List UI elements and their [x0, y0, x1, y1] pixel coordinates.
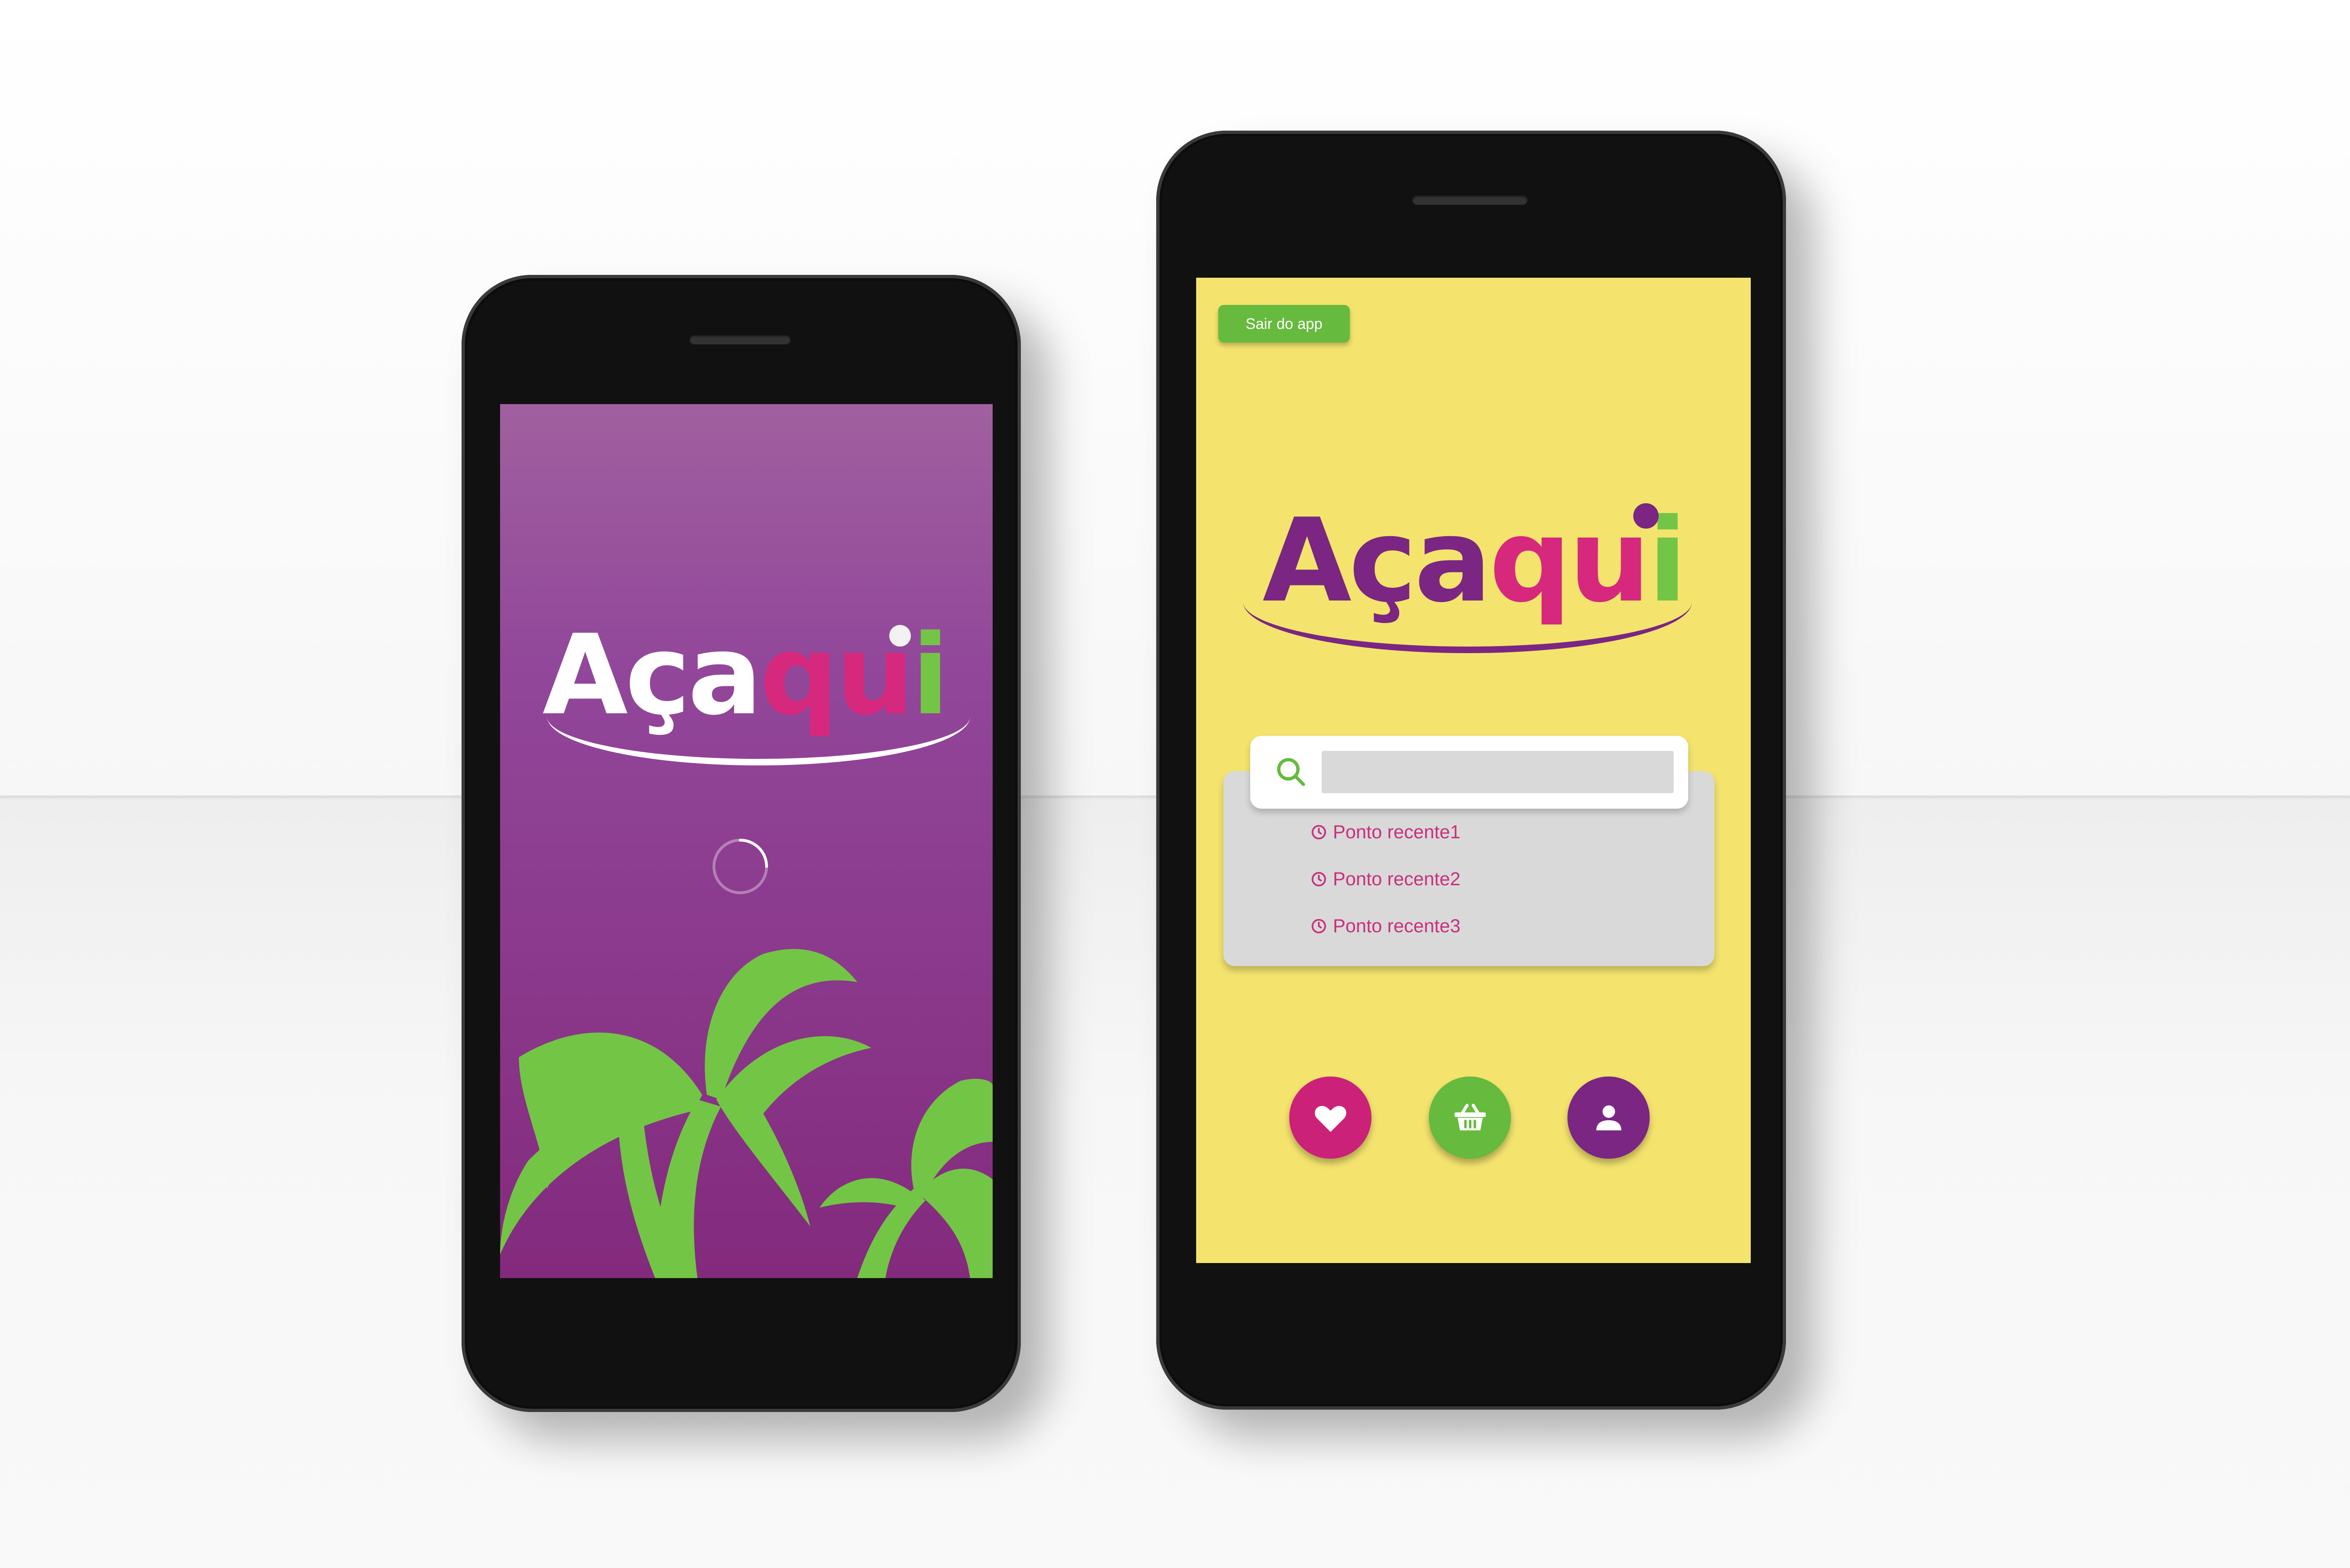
recent-item-label: Ponto recente3: [1333, 915, 1461, 936]
logo-dot: [889, 625, 911, 647]
basket-icon: [1454, 1103, 1486, 1131]
splash-screen: Açaqui: [500, 404, 993, 1278]
user-icon: [1596, 1105, 1622, 1131]
spinner-icon: [713, 839, 768, 894]
recent-item-label: Ponto recente1: [1333, 821, 1461, 843]
recent-item[interactable]: Ponto recente3: [1310, 912, 1460, 940]
phone-speaker: [1412, 195, 1528, 205]
clock-icon: [1311, 872, 1326, 887]
heart-icon: [1315, 1106, 1346, 1132]
clock-icon: [1311, 825, 1326, 840]
app-logo: Açaqui: [1243, 503, 1704, 663]
recent-item-label: Ponto recente2: [1333, 868, 1461, 889]
search-input[interactable]: [1322, 751, 1674, 793]
recent-item[interactable]: Ponto recente2: [1310, 865, 1460, 893]
phone-home: Sair do app Açaqui Ponto recente1 Ponto …: [1156, 131, 1786, 1410]
clock-icon: [1311, 919, 1326, 934]
exit-app-button[interactable]: Sair do app: [1218, 305, 1350, 343]
home-screen: Sair do app Açaqui Ponto recente1 Ponto …: [1196, 278, 1751, 1263]
logo-dot: [1633, 503, 1659, 529]
logo-arc: [1243, 602, 1692, 653]
search-icon[interactable]: [1275, 756, 1308, 788]
favorites-button[interactable]: [1289, 1077, 1371, 1159]
logo-arc: [547, 717, 970, 765]
recent-item[interactable]: Ponto recente1: [1310, 818, 1460, 846]
app-logo: Açaqui: [528, 620, 970, 771]
phone-splash: Açaqui: [462, 275, 1021, 1412]
profile-button[interactable]: [1567, 1077, 1650, 1159]
phone-speaker: [689, 335, 791, 344]
basket-button[interactable]: [1429, 1077, 1511, 1159]
search-bar: [1250, 736, 1688, 809]
palm-trees-illustration: [500, 949, 993, 1278]
